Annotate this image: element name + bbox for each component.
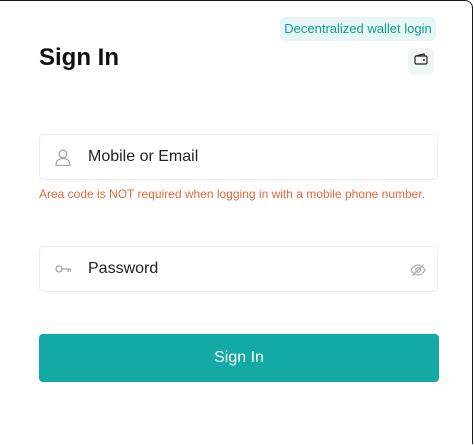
login-panel: Decentralized wallet login Sign In Area …	[0, 0, 473, 444]
user-icon	[54, 148, 72, 166]
wallet-icon	[414, 52, 428, 70]
decentralized-wallet-login-link[interactable]: Decentralized wallet login	[280, 17, 436, 41]
eye-slash-icon[interactable]	[409, 261, 427, 279]
page-title: Sign In	[39, 44, 119, 71]
account-field[interactable]	[39, 134, 438, 180]
password-input[interactable]	[88, 247, 408, 291]
sign-in-button[interactable]: Sign In	[39, 334, 439, 382]
account-hint: Area code is NOT required when logging i…	[39, 187, 426, 201]
key-icon	[54, 260, 72, 278]
password-field[interactable]	[39, 246, 438, 292]
account-input[interactable]	[88, 135, 408, 179]
wallet-login-button[interactable]	[408, 48, 434, 74]
